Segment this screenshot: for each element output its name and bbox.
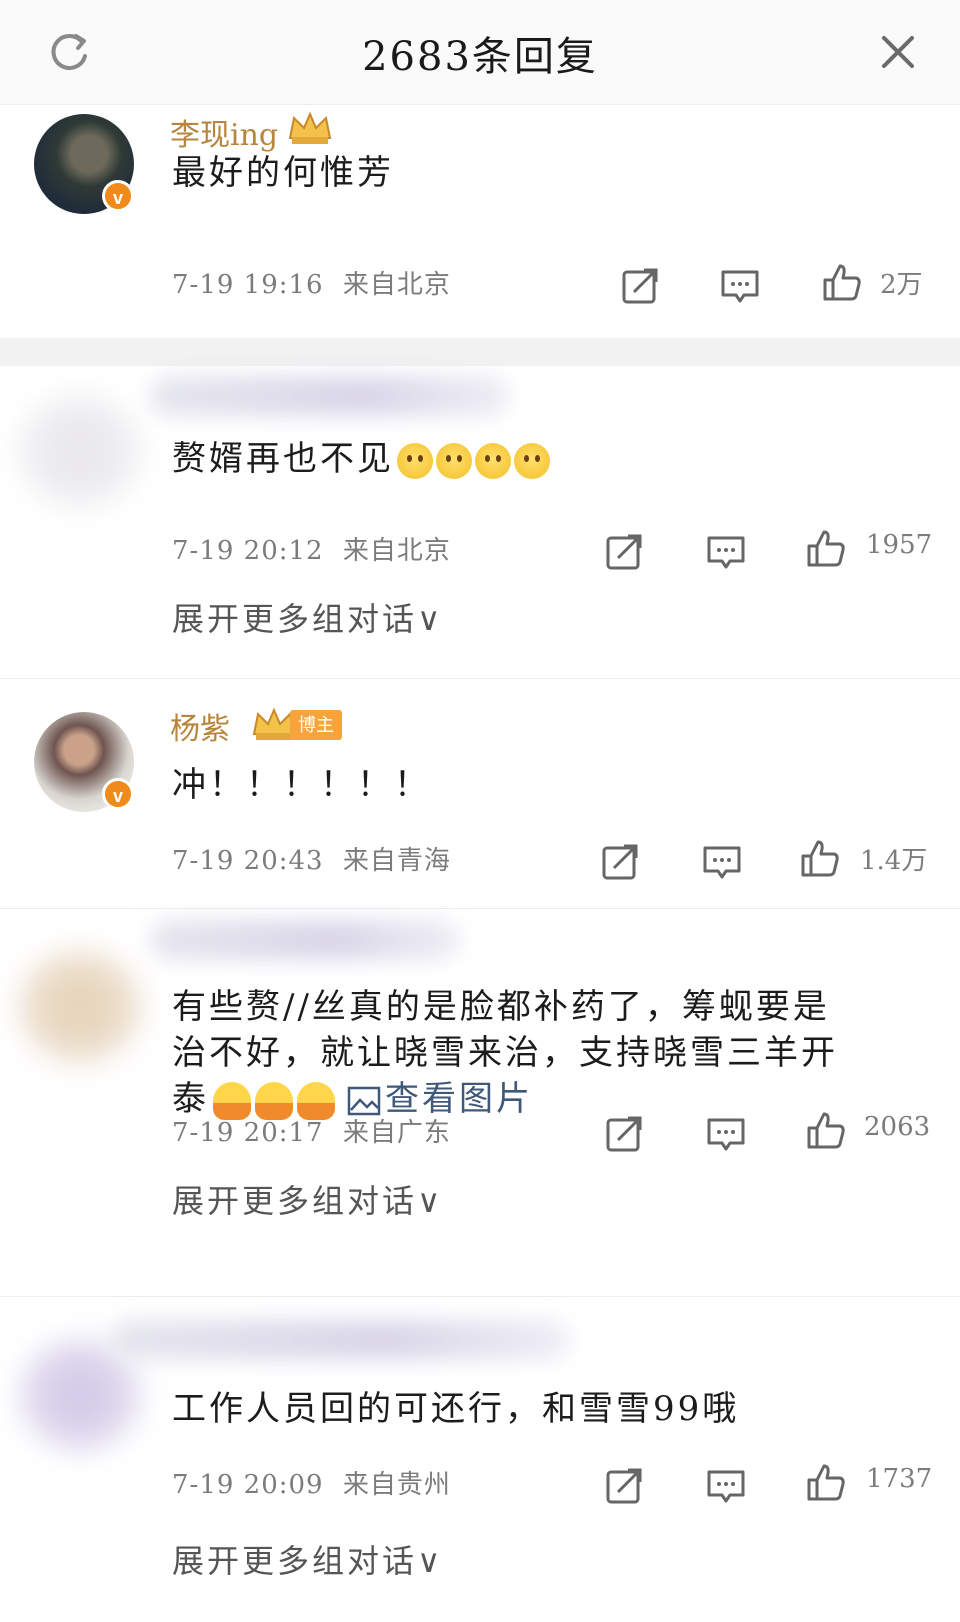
like-count: 2万 <box>880 270 923 300</box>
comment-divider <box>0 678 960 679</box>
like-icon[interactable] <box>822 262 862 302</box>
like-count: 1957 <box>866 530 933 560</box>
comment-text: 工作人员回的可还行，和雪雪99哦 <box>172 1389 740 1429</box>
comment-icon[interactable] <box>702 842 742 882</box>
timestamp: 7-19 20:43 <box>172 846 324 876</box>
like-count: 1.4万 <box>860 846 928 876</box>
username[interactable] <box>150 920 460 960</box>
verified-badge-icon: v <box>102 180 134 212</box>
comment-text-content: 赘婿再也不见 <box>172 439 394 479</box>
close-icon[interactable] <box>876 30 920 74</box>
comment-divider <box>0 1296 960 1297</box>
comment-meta: 7-19 20:43 来自青海 <box>172 840 451 877</box>
comment-meta: 7-19 20:17 来自广东 <box>172 1112 451 1149</box>
avatar[interactable]: v <box>34 712 134 812</box>
avatar[interactable]: v <box>34 114 134 214</box>
page-title: 2683条回复 <box>362 34 598 80</box>
share-icon[interactable] <box>620 266 660 306</box>
username[interactable] <box>150 376 510 416</box>
comment-item: v 杨紫 博主 冲！！！！！！ 7-19 20:43 来自青海 1.4万 <box>0 690 960 908</box>
like-count: 2063 <box>864 1112 931 1142</box>
comment-icon[interactable] <box>706 1466 746 1506</box>
timestamp: 7-19 20:09 <box>172 1470 324 1500</box>
comment-text: 有些赘//丝真的是脸都补药了，筹蚬要是 治不好，就让晓雪来治，支持晓雪三羊开 泰… <box>172 984 912 1122</box>
like-icon[interactable] <box>806 1110 846 1150</box>
crown-badge-icon <box>288 111 332 144</box>
modal-header: 2683条回复 <box>0 0 960 104</box>
timestamp: 7-19 20:12 <box>172 536 324 566</box>
comment-item: v 李现ing 最好的何惟芳 7-19 19:16 来自北京 2万 <box>0 104 960 338</box>
comment-meta: 7-19 20:12 来自北京 <box>172 530 451 567</box>
timestamp: 7-19 19:16 <box>172 270 324 300</box>
comment-item: 有些赘//丝真的是脸都补药了，筹蚬要是 治不好，就让晓雪来治，支持晓雪三羊开 泰… <box>0 912 960 1292</box>
timestamp: 7-19 20:17 <box>172 1118 324 1148</box>
blogger-tag: 博主 <box>290 710 342 740</box>
comment-meta: 7-19 19:16 来自北京 <box>172 264 451 301</box>
comment-divider <box>0 908 960 909</box>
comment-text: 最好的何惟芳 <box>172 153 394 193</box>
username[interactable]: 杨紫 <box>170 704 230 748</box>
location: 来自青海 <box>342 846 451 876</box>
share-icon[interactable] <box>604 1466 644 1506</box>
share-icon[interactable] <box>604 532 644 572</box>
location: 来自北京 <box>342 270 451 300</box>
username[interactable]: 李现ing <box>170 110 278 154</box>
emoji-icon <box>397 443 433 479</box>
like-count: 1737 <box>866 1464 933 1494</box>
location: 来自北京 <box>342 536 451 566</box>
comment-item: 赘婿再也不见 7-19 20:12 来自北京 1957 展开更多组对话∨ <box>0 366 960 666</box>
comment-icon[interactable] <box>706 1114 746 1154</box>
comment-text: 赘婿再也不见 <box>172 436 912 482</box>
emoji-icon <box>514 443 550 479</box>
share-icon[interactable] <box>604 1114 644 1154</box>
share-icon[interactable] <box>600 842 640 882</box>
comment-icon[interactable] <box>720 266 760 306</box>
username[interactable] <box>110 1320 570 1360</box>
avatar[interactable] <box>20 952 140 1062</box>
comment-text: 冲！！！！！！ <box>172 765 431 805</box>
emoji-icon <box>475 443 511 479</box>
location: 来自贵州 <box>342 1470 451 1500</box>
comment-text-line: 治不好，就让晓雪来治，支持晓雪三羊开 <box>172 1033 838 1073</box>
avatar[interactable] <box>20 396 140 506</box>
expand-conversation-link[interactable]: 展开更多组对话∨ <box>172 1176 443 1222</box>
verified-badge-icon: v <box>102 778 134 810</box>
like-icon[interactable] <box>806 528 846 568</box>
like-icon[interactable] <box>806 1462 846 1502</box>
expand-conversation-link[interactable]: 展开更多组对话∨ <box>172 1536 443 1582</box>
emoji-icon <box>436 443 472 479</box>
expand-conversation-link[interactable]: 展开更多组对话∨ <box>172 594 443 640</box>
comment-icon[interactable] <box>706 532 746 572</box>
comment-meta: 7-19 20:09 来自贵州 <box>172 1464 451 1501</box>
comment-text-line: 有些赘//丝真的是脸都补药了，筹蚬要是 <box>172 987 830 1027</box>
like-icon[interactable] <box>800 838 840 878</box>
location: 来自广东 <box>342 1118 451 1148</box>
section-separator <box>0 338 960 366</box>
comment-item: 工作人员回的可还行，和雪雪99哦 7-19 20:09 来自贵州 1737 展开… <box>0 1300 960 1622</box>
